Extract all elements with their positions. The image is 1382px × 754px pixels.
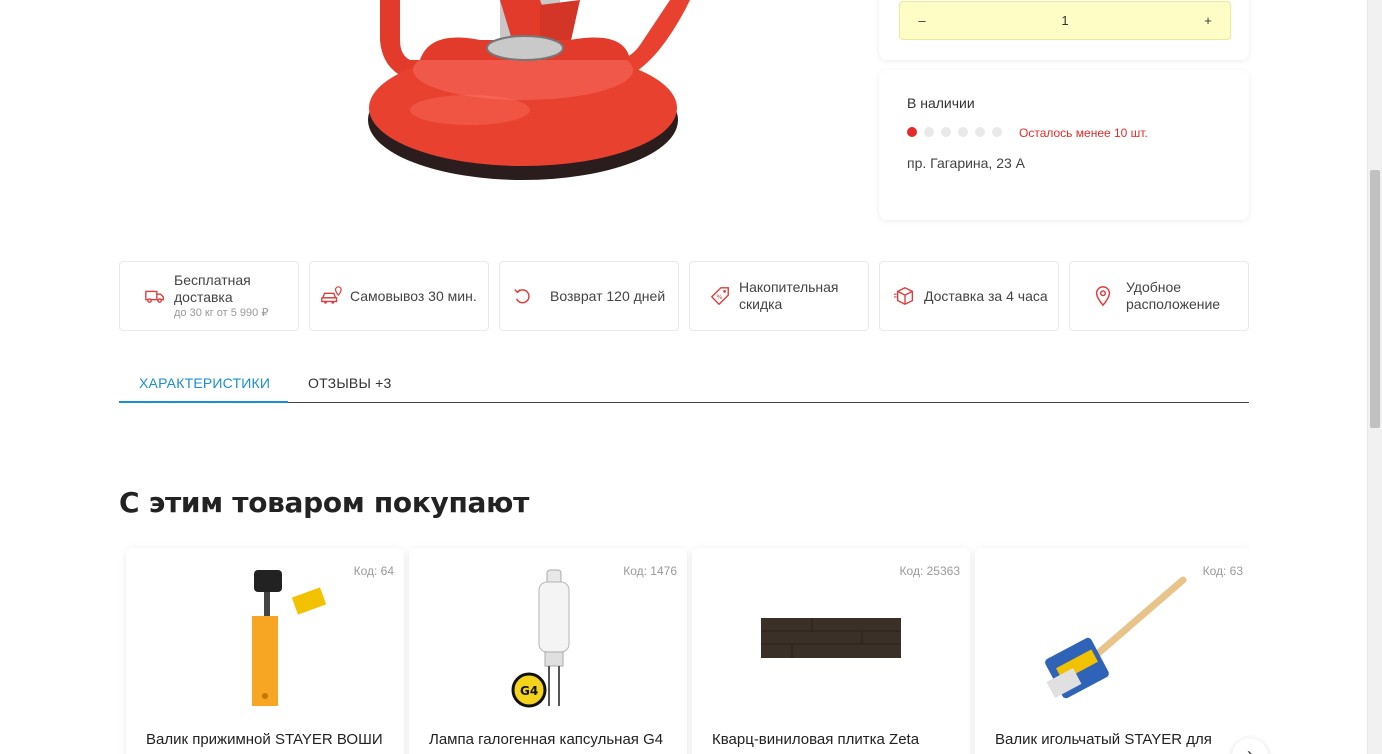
tab-reviews[interactable]: ОТЗЫВЫ +3 [288,367,412,403]
feature-subtitle: до 30 кг от 5 990 ₽ [174,307,269,319]
feature-title: Удобное расположение [1126,279,1221,312]
product-name[interactable]: Лампа галогенная капсульная G4 [429,730,669,750]
quantity-card: – 1 + [879,0,1249,60]
svg-text:G4: G4 [520,684,538,698]
stock-dot [975,127,985,137]
halogen-lamp-icon: G4 [511,569,570,708]
feature-location[interactable]: Удобное расположение [1069,261,1249,331]
product-card[interactable]: Код: 25363 Кварц-виниловая плитка Zeta [692,548,970,754]
stock-note: Осталось менее 10 шт. [1019,126,1148,140]
feature-pickup[interactable]: Самовывоз 30 мин. [309,261,489,331]
stock-dot [992,127,1002,137]
stock-dot [907,127,917,137]
product-image [340,0,720,190]
feature-title: Возврат 120 дней [550,287,666,304]
stock-level-indicator [907,127,1002,137]
feature-title: Самовывоз 30 мин. [350,287,477,304]
page-scrollbar[interactable] [1367,0,1382,754]
product-name[interactable]: Валик прижимной STAYER ВОШИ [146,730,386,750]
stock-dot [958,127,968,137]
increment-button[interactable]: + [1200,13,1216,28]
product-card[interactable]: Код: 1476 G4 Лампа галогенная капсульная… [409,548,687,754]
store-address[interactable]: пр. Гагарина, 23 А [907,155,1025,171]
feature-return[interactable]: Возврат 120 дней [499,261,679,331]
discount-tag-icon: % [710,287,729,306]
feature-title: Накопительная скидка [739,279,839,312]
feature-title: Доставка за 4 часа [924,287,1048,304]
product-tabs: ХАРАКТЕРИСТИКИ ОТЗЫВЫ +3 [119,367,1249,403]
quantity-stepper: – 1 + [899,1,1231,40]
feature-title: Бесплатная доставка [174,272,251,305]
car-location-icon [321,286,342,304]
product-card[interactable]: Код: 64 Валик прижимной STAYER ВОШИ [126,548,404,754]
tab-characteristics[interactable]: ХАРАКТЕРИСТИКИ [119,367,288,403]
map-pin-icon [1095,286,1111,307]
needle-roller-icon [1045,576,1187,699]
feature-fast-delivery[interactable]: Доставка за 4 часа [879,261,1059,331]
related-products-title: С этим товаром покупают [119,486,529,519]
box-delivery-icon [894,286,914,306]
product-name[interactable]: Кварц-виниловая плитка Zeta [712,730,952,750]
roller-icon [252,570,327,706]
stock-dot [941,127,951,137]
scrollbar-thumb[interactable] [1370,170,1380,428]
feature-free-delivery[interactable]: Бесплатная доставка до 30 кг от 5 990 ₽ [119,261,299,331]
decrement-button[interactable]: – [914,13,930,28]
vinyl-tile-icon [761,618,901,658]
feature-text: Бесплатная доставка до 30 кг от 5 990 ₽ [174,272,298,320]
carousel-overflow [1249,540,1367,754]
product-name[interactable]: Валик игольчатый STAYER для [995,730,1235,750]
return-icon [514,289,530,304]
stock-dot [924,127,934,137]
product-card[interactable]: Код: 63 Валик игольчатый STAYER для [975,548,1253,754]
quantity-value[interactable]: 1 [1061,13,1068,28]
stock-status: В наличии [907,95,975,111]
feature-discount[interactable]: % Накопительная скидка [689,261,869,331]
stock-card: В наличии Осталось менее 10 шт. пр. Гага… [879,70,1249,220]
truck-icon [145,290,164,303]
product-page: – 1 + В наличии Осталось менее 10 шт. пр… [0,0,1367,754]
svg-text:%: % [716,293,722,301]
